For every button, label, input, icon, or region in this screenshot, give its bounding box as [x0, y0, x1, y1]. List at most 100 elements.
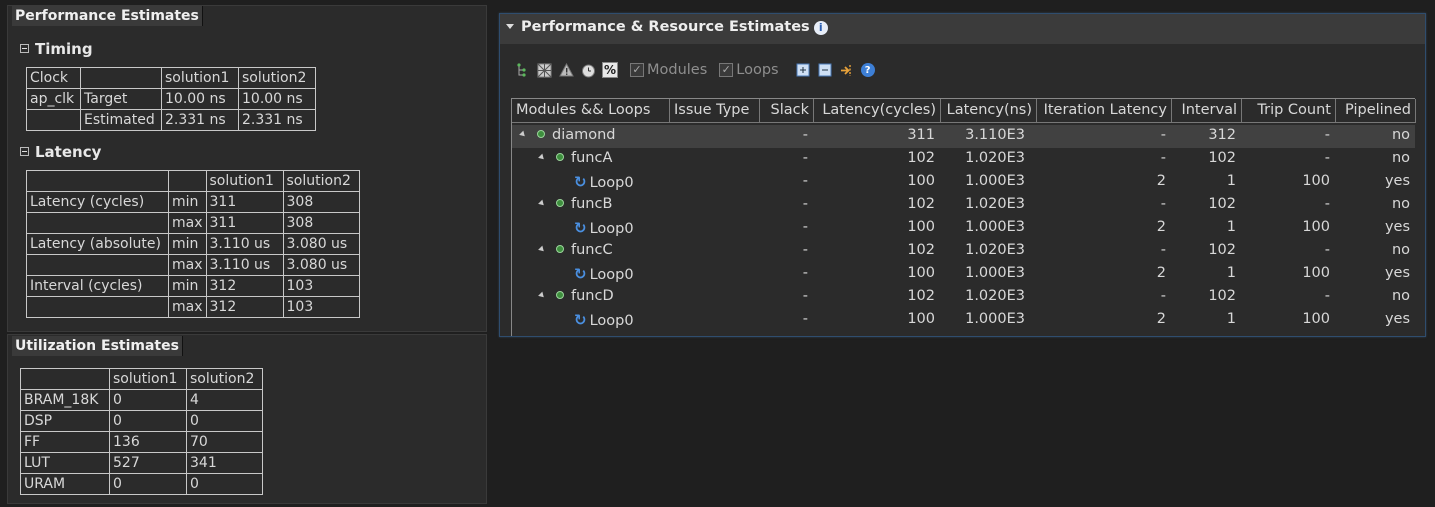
panel-title-bar[interactable]: Performance & Resource Estimates i — [500, 14, 1425, 44]
table-cell: 10.00 ns — [238, 88, 316, 110]
cell-slack: - — [802, 219, 808, 235]
info-icon[interactable]: i — [813, 21, 828, 35]
timing-row: ap_clk Target 10.00 ns 10.00 ns — [26, 88, 316, 110]
percent-icon[interactable]: % — [602, 62, 618, 78]
cell-interval: 102 — [1208, 196, 1236, 212]
column-header[interactable]: Pipelined — [1336, 99, 1416, 123]
loops-checkbox[interactable]: ✓ Loops — [719, 62, 779, 78]
cell-iter-lat: - — [1160, 196, 1166, 212]
help-icon[interactable]: ? — [860, 63, 875, 77]
tree-item-label: funcB — [571, 196, 613, 212]
expand-toggle-icon[interactable] — [538, 199, 546, 208]
expand-all-icon[interactable] — [795, 62, 811, 78]
table-cell: 103 — [282, 296, 360, 318]
cell-iter-lat: 2 — [1156, 311, 1166, 327]
hierarchy-icon[interactable] — [514, 62, 530, 78]
table-cell — [26, 109, 81, 131]
table-cell: min — [168, 275, 207, 297]
column-header[interactable]: Slack — [760, 99, 814, 123]
utilization-row: URAM 0 0 — [20, 473, 263, 495]
column-header[interactable]: Iteration Latency — [1037, 99, 1172, 123]
tree-name-cell: funcD — [538, 288, 614, 304]
column-header[interactable]: Issue Type — [670, 99, 760, 123]
module-row[interactable]: funcB - 102 1.020E3 - 102 - no — [512, 194, 1415, 217]
cell-pipelined: no — [1391, 288, 1410, 304]
modules-checkbox[interactable]: ✓ Modules — [630, 62, 707, 78]
cell-lat-ns: 1.020E3 — [965, 150, 1025, 166]
cell-lat-ns: 1.000E3 — [965, 219, 1025, 235]
table-cell: Clock — [26, 67, 81, 89]
cell-lat-ns: 1.020E3 — [965, 288, 1025, 304]
link-icon[interactable] — [839, 62, 855, 78]
table-cell: 0 — [186, 410, 263, 432]
collapse-icon[interactable] — [20, 44, 29, 53]
expand-toggle-icon[interactable] — [538, 291, 546, 300]
table-cell: 0 — [186, 473, 263, 495]
tree-table-header: Modules && Loops Issue Type Slack Latency(c… — [512, 99, 1416, 123]
column-header[interactable]: Latency(ns) — [941, 99, 1037, 123]
cell-trip: - — [1324, 288, 1330, 304]
latency-section-title[interactable]: Latency — [20, 143, 101, 161]
loop-row[interactable]: ↻ Loop0 - 100 1.000E3 2 1 100 yes — [512, 217, 1415, 240]
table-cell: 4 — [186, 389, 263, 411]
table-cell: 527 — [109, 452, 187, 474]
tree-name-cell: ↻ Loop0 — [574, 219, 634, 237]
loop-row[interactable]: ↻ Loop0 - 100 1.000E3 2 1 100 yes — [512, 171, 1415, 194]
table-cell: 10.00 ns — [161, 88, 239, 110]
cell-trip: - — [1324, 242, 1330, 258]
cell-pipelined: yes — [1384, 173, 1410, 189]
latency-table: solution1 solution2 Latency (cycles) min 311… — [26, 170, 360, 318]
collapse-icon[interactable] — [20, 147, 29, 156]
grid-filter-icon[interactable] — [536, 62, 552, 78]
module-row[interactable]: diamond - 311 3.110E3 - 312 - no — [512, 125, 1415, 148]
cell-trip: - — [1324, 127, 1330, 143]
column-header[interactable]: Latency(cycles) — [814, 99, 941, 123]
table-cell: 308 — [282, 212, 360, 234]
cell-slack: - — [802, 288, 808, 304]
table-cell: ap_clk — [26, 88, 81, 110]
timer-icon[interactable] — [580, 62, 596, 78]
warning-icon[interactable] — [558, 62, 574, 78]
estimates-tree-table: Modules && Loops Issue Type Slack Latency(c… — [511, 98, 1416, 336]
cell-pipelined: no — [1391, 196, 1410, 212]
collapse-icon[interactable] — [506, 24, 514, 29]
timing-title: Timing — [35, 40, 93, 58]
tree-name-cell: ↻ Loop0 — [574, 311, 634, 329]
cell-trip: 100 — [1302, 265, 1330, 281]
loop-row[interactable]: ↻ Loop0 - 100 1.000E3 2 1 100 yes — [512, 309, 1415, 332]
panel-title: Performance & Resource Estimates — [521, 19, 810, 35]
tree-item-label: Loop0 — [589, 267, 634, 283]
module-row[interactable]: funcA - 102 1.020E3 - 102 - no — [512, 148, 1415, 171]
module-row[interactable]: funcD - 102 1.020E3 - 102 - no — [512, 286, 1415, 309]
tree-item-label: Loop0 — [589, 313, 634, 329]
table-cell: max — [168, 212, 207, 234]
timing-section-title[interactable]: Timing — [20, 40, 93, 58]
cell-iter-lat: - — [1160, 242, 1166, 258]
cell-interval: 102 — [1208, 288, 1236, 304]
utilization-row: DSP 0 0 — [20, 410, 263, 432]
table-cell: 308 — [282, 191, 360, 213]
cell-lat-cycles: 102 — [907, 242, 935, 258]
column-header[interactable]: Interval — [1172, 99, 1242, 123]
loop-row[interactable]: ↻ Loop0 - 100 1.000E3 2 1 100 yes — [512, 263, 1415, 286]
collapse-all-icon[interactable] — [817, 62, 833, 78]
cell-slack: - — [802, 173, 808, 189]
latency-title: Latency — [35, 143, 102, 161]
cell-lat-ns: 1.000E3 — [965, 265, 1025, 281]
cell-interval: 312 — [1208, 127, 1236, 143]
table-cell: 136 — [109, 431, 187, 453]
tree-item-label: funcA — [571, 150, 613, 166]
expand-toggle-icon[interactable] — [538, 245, 546, 254]
column-header[interactable]: Modules && Loops — [512, 99, 670, 123]
column-header[interactable]: Trip Count — [1242, 99, 1336, 123]
expand-toggle-icon[interactable] — [538, 153, 546, 162]
toolbar: % ✓ Modules ✓ Loops ? — [514, 60, 875, 80]
table-cell: 311 — [205, 212, 284, 234]
module-icon — [556, 245, 564, 253]
tree-name-cell: diamond — [519, 127, 616, 143]
table-cell — [168, 170, 207, 192]
module-row[interactable]: funcC - 102 1.020E3 - 102 - no — [512, 240, 1415, 263]
expand-toggle-icon[interactable] — [519, 130, 527, 139]
table-cell: 3.080 us — [282, 233, 360, 255]
cell-trip: 100 — [1302, 173, 1330, 189]
